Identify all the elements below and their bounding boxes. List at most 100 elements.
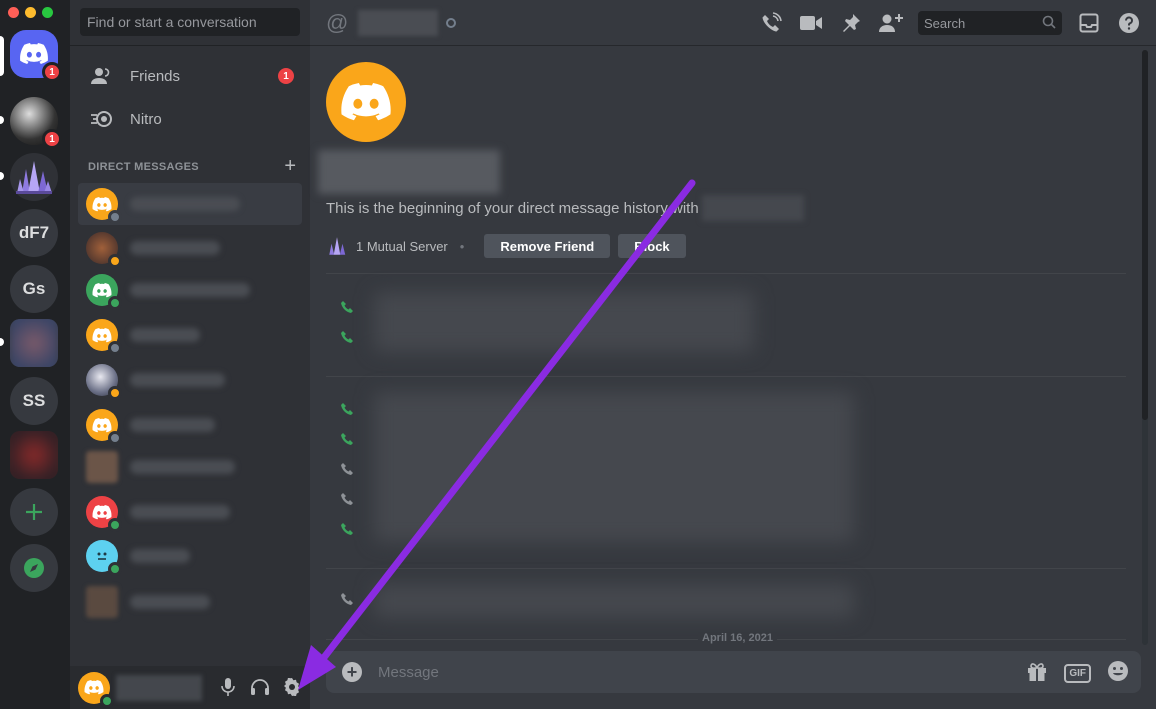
status-offline-icon <box>108 431 122 445</box>
avatar <box>86 586 118 618</box>
discord-logo-icon <box>92 417 112 432</box>
dm-item[interactable] <box>78 535 302 577</box>
user-panel <box>70 666 310 709</box>
server-icon-crystals[interactable] <box>10 153 58 201</box>
dm-name-redacted <box>130 549 190 563</box>
unread-indicator <box>0 338 4 346</box>
dm-item[interactable] <box>78 183 302 225</box>
friends-nav-item[interactable]: Friends 1 <box>78 55 302 97</box>
dm-item[interactable] <box>78 404 302 446</box>
discord-logo-icon <box>92 282 112 297</box>
status-online-icon <box>100 693 114 708</box>
video-call-icon[interactable] <box>798 10 824 36</box>
channel-header: @ Search <box>310 0 1156 46</box>
dm-name-redacted <box>130 595 210 609</box>
compass-icon <box>24 558 44 578</box>
window-controls <box>8 7 53 18</box>
home-button[interactable]: 1 <box>10 30 62 82</box>
dm-item[interactable] <box>78 227 302 269</box>
status-offline-icon <box>446 17 457 28</box>
incoming-call-icon <box>341 331 353 343</box>
message-input[interactable] <box>378 661 978 683</box>
server-abbrev: dF7 <box>18 223 50 242</box>
server-ss[interactable]: SS <box>10 377 58 425</box>
dm-name-redacted <box>130 283 250 297</box>
gif-button[interactable]: GIF <box>1064 664 1091 683</box>
dm-item[interactable] <box>78 269 302 311</box>
missed-call-icon <box>341 593 353 605</box>
search-placeholder: Search <box>924 16 966 31</box>
server-icon-blurred-1[interactable] <box>10 319 58 367</box>
unread-indicator <box>0 116 4 124</box>
block-button[interactable]: Block <box>618 234 686 258</box>
explore-servers-button[interactable] <box>10 544 58 592</box>
help-icon[interactable] <box>1116 10 1142 36</box>
nitro-nav-item[interactable]: Nitro <box>78 98 302 140</box>
find-conversation-input[interactable]: Find or start a conversation <box>80 8 300 36</box>
remove-friend-button[interactable]: Remove Friend <box>484 234 611 258</box>
incoming-call-icon <box>341 433 353 445</box>
dm-sidebar: Find or start a conversation Friends 1 N… <box>70 0 310 709</box>
message-scrollbar[interactable] <box>1142 50 1148 645</box>
unread-indicator <box>0 172 4 180</box>
user-settings-gear-icon[interactable] <box>282 677 302 697</box>
divider <box>326 376 1126 377</box>
add-server-button[interactable] <box>10 488 58 536</box>
server-icon-blurred-2[interactable] <box>10 431 58 479</box>
discord-logo-icon <box>341 82 391 120</box>
avatar <box>86 496 122 532</box>
gift-icon[interactable] <box>1026 660 1048 687</box>
headphones-icon[interactable] <box>250 677 270 697</box>
add-friends-to-dm-icon[interactable] <box>878 10 904 36</box>
scrollbar-thumb[interactable] <box>1142 50 1148 420</box>
server-icon-1[interactable]: 1 <box>10 97 62 149</box>
server-df7[interactable]: dF7 <box>10 209 58 257</box>
divider <box>326 273 1126 274</box>
at-icon: @ <box>326 9 349 35</box>
self-avatar[interactable] <box>78 671 114 708</box>
dm-item[interactable] <box>78 491 302 533</box>
username-redacted <box>116 674 202 701</box>
create-dm-button[interactable]: + <box>284 156 296 176</box>
search-input[interactable]: Search <box>918 11 1062 35</box>
zoom-window-button[interactable] <box>42 7 53 18</box>
incoming-call-icon <box>341 301 353 313</box>
dm-item[interactable] <box>78 446 302 488</box>
friends-label: Friends <box>130 67 181 85</box>
dm-name-redacted <box>130 505 230 519</box>
close-window-button[interactable] <box>8 7 19 18</box>
dm-item[interactable] <box>78 359 302 401</box>
recipient-name-redacted <box>702 195 804 221</box>
incoming-call-icon <box>341 403 353 415</box>
minimize-window-button[interactable] <box>25 7 36 18</box>
voice-call-icon[interactable] <box>758 10 784 36</box>
avatar <box>86 232 122 268</box>
avatar <box>86 409 122 445</box>
upload-plus-icon[interactable]: + <box>342 662 362 682</box>
server-gs[interactable]: Gs <box>10 265 58 313</box>
dm-item[interactable] <box>78 581 302 623</box>
dm-section-header: Direct Messages <box>88 161 199 173</box>
divider <box>70 45 310 46</box>
dm-name-redacted <box>130 373 225 387</box>
pinned-messages-icon[interactable] <box>838 10 864 36</box>
status-offline-icon <box>108 210 122 224</box>
message-redacted <box>374 292 754 352</box>
server-abbrev: Gs <box>22 279 46 298</box>
server-image <box>10 319 58 367</box>
status-idle-icon <box>108 254 122 268</box>
status-offline-icon <box>108 341 122 355</box>
mutual-servers-link[interactable]: 1 Mutual Server <box>356 239 448 254</box>
dm-item[interactable] <box>78 314 302 356</box>
emoji-icon[interactable] <box>1107 660 1129 687</box>
microphone-icon[interactable] <box>218 677 238 697</box>
avatar <box>86 274 122 310</box>
nitro-label: Nitro <box>130 110 162 128</box>
dm-name-redacted <box>130 460 235 474</box>
crystal-icon <box>329 237 346 255</box>
inbox-icon[interactable] <box>1076 10 1102 36</box>
status-idle-icon <box>108 386 122 400</box>
server-image <box>10 431 58 479</box>
recipient-name-redacted <box>318 150 500 194</box>
divider <box>326 568 1126 569</box>
